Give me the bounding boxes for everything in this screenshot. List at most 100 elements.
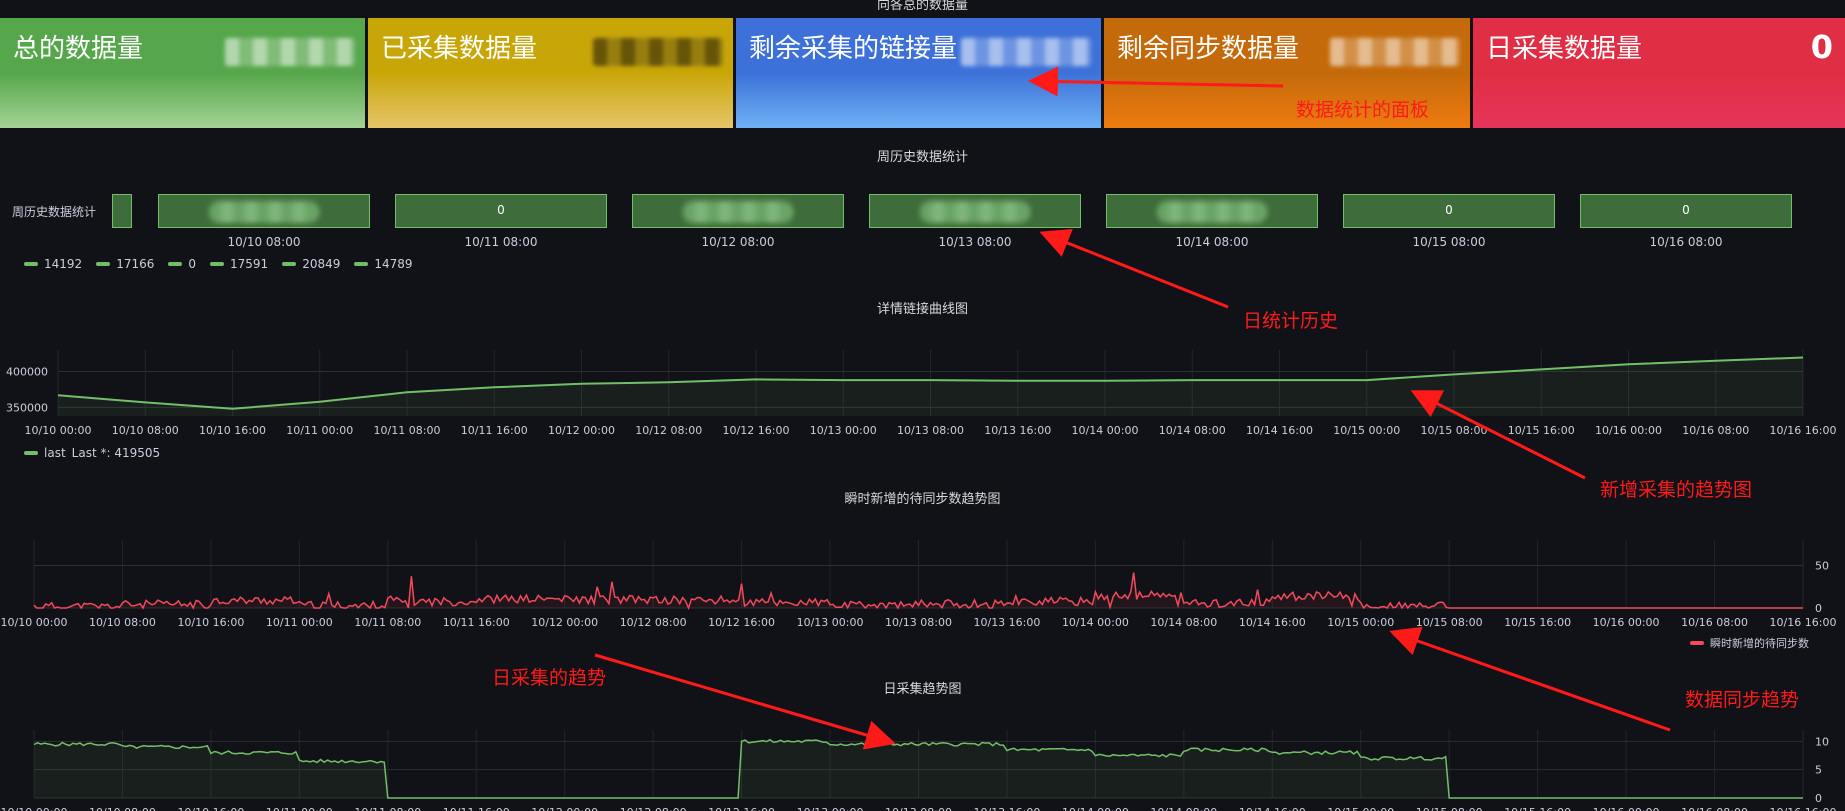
x-tick-label: 10/11 16:00 <box>461 424 528 437</box>
stat-panel-2[interactable]: 已采集数据量 <box>368 18 733 128</box>
x-tick-label: 10/11 00:00 <box>266 616 333 629</box>
week-history-bar[interactable] <box>158 194 370 228</box>
x-tick-label: 10/11 16:00 <box>443 616 510 629</box>
y-tick-label: 400000 <box>6 366 48 379</box>
legend-color-swatch <box>354 262 369 266</box>
dashboard-row-title: 向各总的数据量 <box>876 0 968 13</box>
x-tick-label: 10/12 16:00 <box>708 616 775 629</box>
x-tick-label: 10/10 00:00 <box>1 806 68 811</box>
x-tick-label: 10/11 00:00 <box>266 806 333 811</box>
stat-panel-value: 0 <box>1810 28 1833 66</box>
x-tick-label: 10/13 16:00 <box>973 616 1040 629</box>
x-tick-label: 10/10 00:00 <box>25 424 92 437</box>
x-tick-label: 10/11 00:00 <box>286 424 353 437</box>
x-tick-label: 10/16 16:00 <box>1770 806 1837 811</box>
week-history-bar[interactable]: 0 <box>1580 194 1792 228</box>
week-history-legend: 14192 17166 0 17591 20849 14789 <box>24 257 413 271</box>
legend-item-sync[interactable]: 瞬时新增的待同步数 <box>1690 635 1809 651</box>
legend-color-swatch <box>24 451 38 455</box>
x-tick-label: 10/11 08:00 <box>354 616 421 629</box>
week-bar-time-label: 10/13 08:00 <box>938 235 1012 249</box>
detail-chart-title: 详情链接曲线图 <box>876 302 968 317</box>
redacted-value <box>225 38 355 66</box>
week-bar-time-label: 10/16 08:00 <box>1649 235 1723 249</box>
y-tick-label: 350000 <box>6 401 48 414</box>
week-bar-value: 0 <box>1445 203 1453 217</box>
sync-line-chart: 0 50 10/10 00:00 10/10 08:00 10/10 16:00 10/1… <box>1 540 1837 629</box>
week-bar-time-label: 10/11 08:00 <box>464 235 538 249</box>
x-tick-label: 10/10 16:00 <box>177 806 244 811</box>
legend-series-name: 14789 <box>374 257 413 271</box>
x-tick-label: 10/13 00:00 <box>797 616 864 629</box>
week-legend-item[interactable]: 14192 <box>24 257 82 271</box>
week-bar-time-label: 10/14 08:00 <box>1175 235 1249 249</box>
x-tick-label: 10/12 08:00 <box>620 806 687 811</box>
y-tick-label: 0 <box>1815 792 1822 805</box>
week-history-bar[interactable] <box>869 194 1081 228</box>
x-tick-label: 10/13 08:00 <box>897 424 964 437</box>
x-tick-label: 10/14 08:00 <box>1159 424 1226 437</box>
legend-item-last[interactable]: last Last *: 419505 <box>24 446 160 460</box>
x-tick-label: 10/14 08:00 <box>1150 806 1217 811</box>
week-legend-item[interactable]: 14789 <box>354 257 413 271</box>
x-tick-label: 10/16 16:00 <box>1770 424 1837 437</box>
legend-series-name: last <box>44 446 66 460</box>
x-tick-label: 10/15 00:00 <box>1327 616 1394 629</box>
week-history-bar[interactable] <box>632 194 844 228</box>
x-tick-label: 10/10 08:00 <box>89 616 156 629</box>
week-bar-value: 0 <box>1682 203 1690 217</box>
redacted-value <box>1157 201 1267 223</box>
stat-panel-label: 日采集数据量 <box>1486 34 1643 64</box>
stat-panel-5[interactable]: 日采集数据量 0 <box>1473 18 1845 128</box>
x-tick-label: 10/15 16:00 <box>1504 806 1571 811</box>
week-legend-item[interactable]: 17166 <box>96 257 154 271</box>
legend-color-swatch <box>96 262 111 266</box>
stat-panel-1[interactable]: 总的数据量 <box>0 18 365 128</box>
legend-color-swatch <box>24 262 38 266</box>
annotation-sync-trend: 数据同步趋势 <box>1685 689 1800 711</box>
x-tick-label: 10/15 16:00 <box>1508 424 1575 437</box>
legend-series-name: 瞬时新增的待同步数 <box>1710 637 1809 650</box>
week-legend-item[interactable]: 17591 <box>210 257 268 271</box>
week-history-bar[interactable]: 0 <box>395 194 607 228</box>
stat-panel-3[interactable]: 剩余采集的链接量 <box>736 18 1101 128</box>
week-bar-time-label: 10/15 08:00 <box>1412 235 1486 249</box>
x-tick-label: 10/10 08:00 <box>89 806 156 811</box>
x-tick-label: 10/12 16:00 <box>708 806 775 811</box>
x-tick-label: 10/14 00:00 <box>1062 806 1129 811</box>
legend-series-name: 14192 <box>44 257 83 271</box>
x-tick-label: 10/14 08:00 <box>1150 616 1217 629</box>
x-tick-label: 10/14 16:00 <box>1239 616 1306 629</box>
redacted-value <box>920 201 1030 223</box>
x-tick-label: 10/16 08:00 <box>1681 806 1748 811</box>
x-tick-label: 10/11 16:00 <box>443 806 510 811</box>
week-bar-time-label: 10/12 08:00 <box>701 235 775 249</box>
x-tick-label: 10/15 16:00 <box>1504 616 1571 629</box>
x-tick-label: 10/10 16:00 <box>177 616 244 629</box>
annotation-daily-trend: 日采集的趋势 <box>492 667 607 689</box>
x-tick-label: 10/16 16:00 <box>1770 616 1837 629</box>
week-legend-item[interactable]: 0 <box>168 257 196 271</box>
x-tick-label: 10/15 00:00 <box>1333 424 1400 437</box>
week-history-bar[interactable]: 0 <box>1343 194 1555 228</box>
legend-series-value: Last *: 419505 <box>71 446 161 460</box>
stat-panel-label: 剩余采集的链接量 <box>749 34 958 64</box>
week-history-row-label: 周历史数据统计 <box>12 205 97 219</box>
x-tick-label: 10/15 08:00 <box>1416 616 1483 629</box>
week-history-bar[interactable] <box>1106 194 1318 228</box>
x-tick-label: 10/13 16:00 <box>973 806 1040 811</box>
x-tick-label: 10/13 00:00 <box>810 424 877 437</box>
legend-series-name: 20849 <box>302 257 341 271</box>
annotation-new-trend: 新增采集的趋势图 <box>1600 479 1753 501</box>
x-tick-label: 10/14 00:00 <box>1062 616 1129 629</box>
x-tick-label: 10/14 16:00 <box>1239 806 1306 811</box>
sync-chart-legend: 瞬时新增的待同步数 <box>1690 635 1809 651</box>
redacted-value <box>209 201 319 223</box>
x-tick-label: 10/12 16:00 <box>723 424 790 437</box>
week-legend-item[interactable]: 20849 <box>282 257 340 271</box>
redacted-value <box>593 38 723 66</box>
x-tick-label: 10/11 08:00 <box>354 806 421 811</box>
legend-color-swatch <box>282 262 297 266</box>
stat-panel-label: 剩余同步数据量 <box>1117 34 1300 64</box>
y-tick-label: 5 <box>1815 764 1822 777</box>
